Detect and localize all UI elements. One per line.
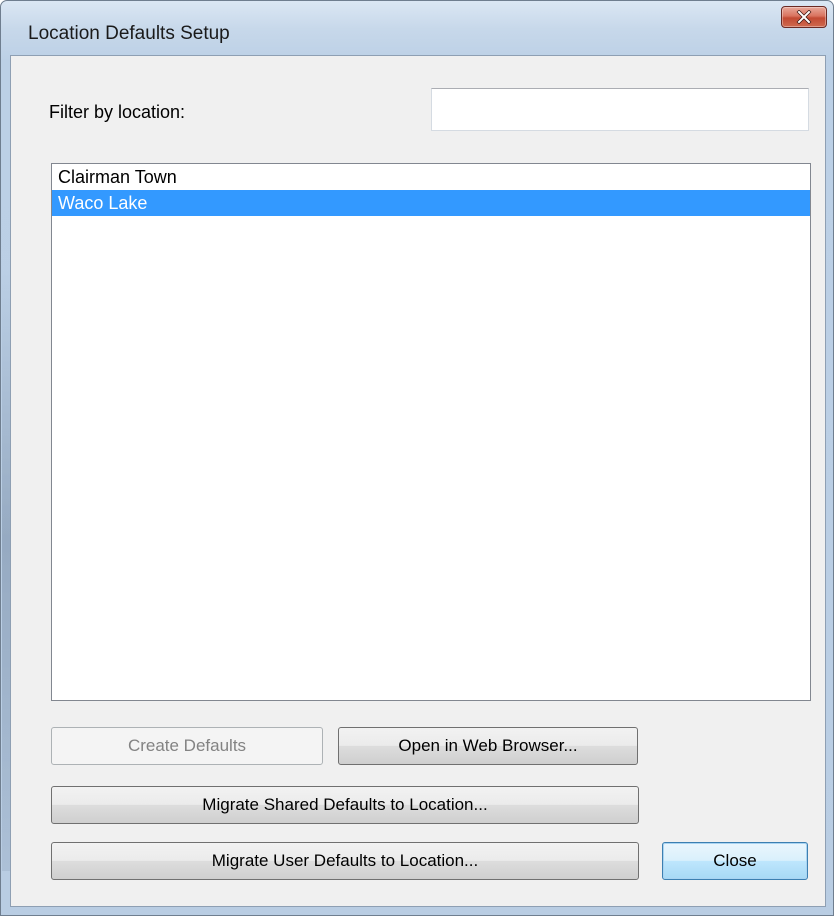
location-list[interactable]: Clairman Town Waco Lake — [51, 163, 811, 701]
migrate-shared-defaults-button[interactable]: Migrate Shared Defaults to Location... — [51, 786, 639, 824]
filter-input[interactable] — [431, 88, 809, 131]
dialog-body: Filter by location: Clairman Town Waco La… — [10, 55, 826, 907]
list-item[interactable]: Clairman Town — [52, 164, 810, 190]
window-close-button[interactable] — [781, 6, 827, 28]
create-defaults-button[interactable]: Create Defaults — [51, 727, 323, 765]
window-title: Location Defaults Setup — [28, 23, 230, 44]
frame-edge-shadow — [2, 271, 10, 871]
close-x-icon — [796, 10, 812, 24]
close-button[interactable]: Close — [662, 842, 808, 880]
open-in-web-browser-button[interactable]: Open in Web Browser... — [338, 727, 638, 765]
filter-label: Filter by location: — [49, 102, 186, 122]
migrate-user-defaults-button[interactable]: Migrate User Defaults to Location... — [51, 842, 639, 880]
dialog-window: Location Defaults Setup Filter by locati… — [0, 0, 834, 916]
list-item[interactable]: Waco Lake — [52, 190, 810, 216]
